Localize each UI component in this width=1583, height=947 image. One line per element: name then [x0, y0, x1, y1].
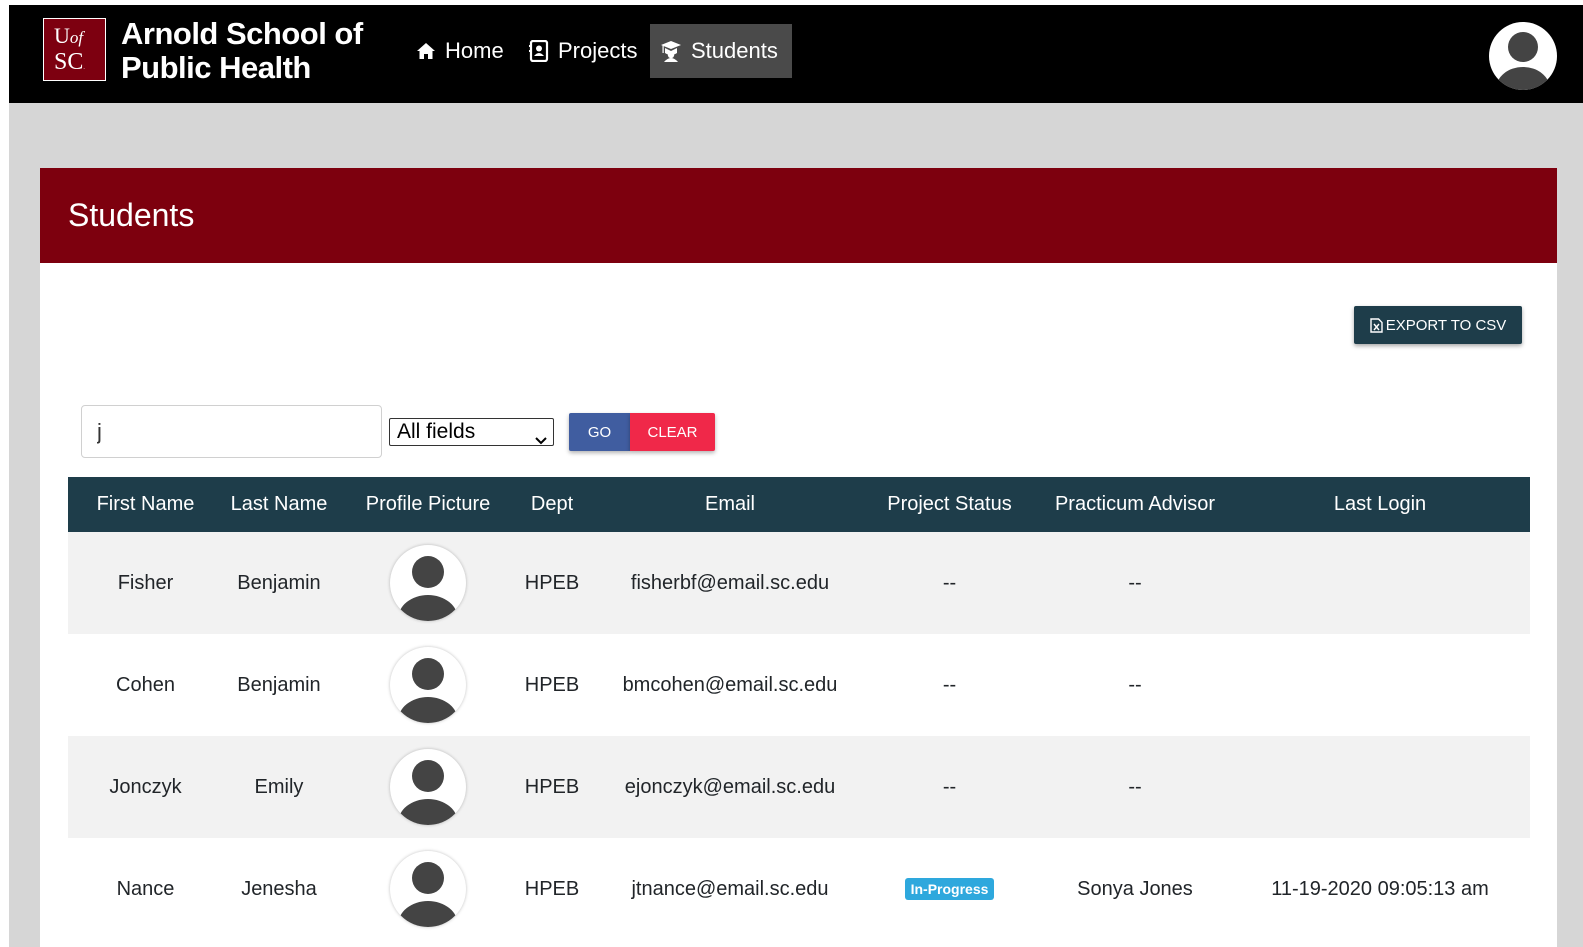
cell-profile-picture — [335, 838, 521, 940]
user-icon — [398, 760, 458, 825]
cell-email: jtnance@email.sc.edu — [631, 877, 829, 900]
cell-project-status: -- — [942, 571, 957, 594]
profile-avatar — [390, 647, 466, 723]
contact-card-icon — [529, 40, 549, 62]
user-icon — [398, 862, 458, 927]
column-header-project-status[interactable]: Project Status — [877, 477, 1022, 532]
export-csv-button[interactable]: EXPORT TO CSV — [1354, 306, 1522, 344]
user-avatar[interactable] — [1489, 22, 1557, 90]
cell-profile-picture — [335, 532, 521, 634]
home-icon — [416, 42, 436, 60]
profile-avatar — [390, 851, 466, 927]
user-icon — [398, 556, 458, 621]
cell-email: ejonczyk@email.sc.edu — [624, 775, 836, 798]
cell-practicum-advisor: -- — [1128, 571, 1142, 594]
column-header-dept[interactable]: Dept — [521, 477, 583, 532]
cell-last-name: Benjamin — [237, 673, 321, 696]
cell-practicum-advisor: -- — [1128, 775, 1142, 798]
cell-practicum-advisor: -- — [1128, 673, 1142, 696]
cell-first-name: Nance — [116, 877, 175, 900]
chevron-down-icon — [535, 427, 547, 453]
column-header-last-login[interactable]: Last Login — [1248, 477, 1512, 532]
column-header-last-name[interactable]: Last Name — [223, 477, 335, 532]
usc-logo[interactable]: Uof SC. — [43, 18, 106, 81]
table-row[interactable]: Nance Jenesha HPEB jtnance@email.sc.edu … — [68, 838, 1530, 940]
cell-last-name: Benjamin — [237, 571, 321, 594]
top-navbar: Uof SC. Arnold School of Public Health H… — [9, 5, 1583, 103]
cell-profile-picture — [335, 736, 521, 838]
cell-email: fisherbf@email.sc.edu — [630, 571, 830, 594]
cell-last-login — [1248, 634, 1512, 736]
cell-dept: HPEB — [524, 877, 580, 900]
students-card: Students EXPORT TO CSV All fields GO CLE… — [40, 168, 1557, 947]
cell-last-login — [1248, 532, 1512, 634]
nav-projects[interactable]: Projects — [519, 24, 647, 78]
status-badge: In-Progress — [904, 878, 995, 900]
table-row[interactable]: Fisher Benjamin HPEB fisherbf@email.sc.e… — [68, 532, 1530, 634]
table-header: First Name Last Name Profile Picture Dep… — [68, 477, 1530, 532]
column-header-practicum-advisor[interactable]: Practicum Advisor — [1022, 477, 1248, 532]
search-input[interactable] — [81, 405, 382, 458]
profile-avatar — [390, 749, 466, 825]
graduation-cap-icon — [660, 40, 682, 62]
cell-first-name: Jonczyk — [109, 775, 182, 798]
cell-dept: HPEB — [524, 571, 580, 594]
page-title: Students — [68, 197, 195, 233]
cell-email: bmcohen@email.sc.edu — [622, 673, 838, 696]
cell-practicum-advisor: Sonya Jones — [1077, 877, 1193, 900]
cell-profile-picture — [335, 634, 521, 736]
cell-project-status: In-Progress — [877, 838, 1022, 940]
column-header-profile-picture[interactable]: Profile Picture — [335, 477, 521, 532]
card-header: Students — [40, 168, 1557, 263]
column-header-email[interactable]: Email — [583, 477, 877, 532]
brand-title[interactable]: Arnold School of Public Health — [121, 17, 363, 85]
column-header-first-name[interactable]: First Name — [68, 477, 223, 532]
cell-project-status: -- — [942, 775, 957, 798]
nav-students[interactable]: Students — [650, 24, 792, 78]
user-icon — [398, 658, 458, 723]
cell-last-name: Jenesha — [241, 877, 317, 900]
cell-last-login: 11-19-2020 09:05:13 am — [1271, 877, 1489, 900]
clear-button[interactable]: CLEAR — [630, 413, 715, 451]
cell-first-name: Cohen — [116, 673, 175, 696]
cell-project-status: -- — [942, 673, 957, 696]
app-frame: Uof SC. Arnold School of Public Health H… — [9, 5, 1583, 947]
table-row[interactable]: Jonczyk Emily HPEB ejonczyk@email.sc.edu… — [68, 736, 1530, 838]
field-filter-select[interactable]: All fields — [389, 418, 554, 446]
nav-home[interactable]: Home — [406, 24, 514, 78]
cell-first-name: Fisher — [117, 571, 174, 594]
user-icon — [1496, 32, 1550, 90]
cell-last-login — [1248, 736, 1512, 838]
cell-dept: HPEB — [524, 673, 580, 696]
go-button[interactable]: GO — [569, 413, 630, 451]
cell-dept: HPEB — [524, 775, 580, 798]
profile-avatar — [390, 545, 466, 621]
cell-last-name: Emily — [254, 775, 304, 798]
table-row[interactable]: Cohen Benjamin HPEB bmcohen@email.sc.edu… — [68, 634, 1530, 736]
file-excel-icon — [1369, 317, 1383, 333]
students-table: First Name Last Name Profile Picture Dep… — [68, 477, 1530, 940]
